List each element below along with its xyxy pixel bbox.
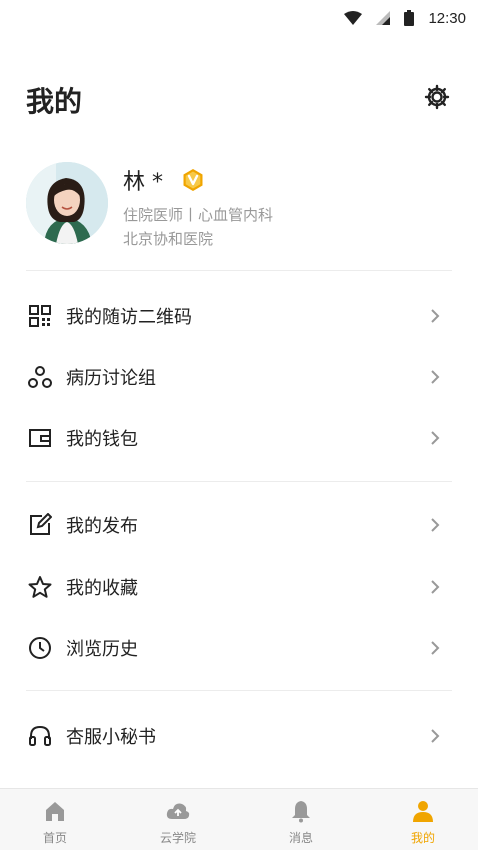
nav-label: 消息: [288, 831, 313, 845]
menu-item-label: 杏服小秘书: [66, 727, 156, 748]
menu-item-label: 我的发布: [66, 516, 138, 537]
chevron-right-icon: [431, 580, 440, 594]
qr-code-icon: [29, 305, 51, 327]
menu-item-history[interactable]: 浏览历史: [0, 620, 478, 676]
person-icon: [413, 801, 433, 822]
menu-item-label: 浏览历史: [66, 639, 138, 660]
divider: [26, 481, 452, 482]
avatar[interactable]: [26, 162, 108, 244]
user-hospital: 北京协和医院: [123, 230, 214, 248]
menu-item-label: 病历讨论组: [66, 368, 156, 389]
chevron-right-icon: [431, 641, 440, 655]
menu-item-qr-code[interactable]: 我的随访二维码: [0, 288, 478, 344]
menu-item-case-discussion[interactable]: 病历讨论组: [0, 349, 478, 405]
chevron-right-icon: [431, 309, 440, 323]
chevron-right-icon: [431, 518, 440, 532]
wallet-icon: [29, 429, 51, 447]
group-icon: [28, 366, 52, 388]
home-icon: [46, 802, 64, 821]
nav-label: 首页: [42, 831, 67, 845]
clock-icon: [29, 637, 51, 659]
signal-icon: [376, 11, 391, 25]
chevron-right-icon: [431, 729, 440, 743]
profile-card[interactable]: 林 * 住院医师丨心血管内科 北京协和医院: [26, 162, 452, 252]
menu-item-favorites[interactable]: 我的收藏: [0, 559, 478, 615]
menu-item-my-posts[interactable]: 我的发布: [0, 497, 478, 553]
divider: [26, 690, 452, 691]
star-icon: [28, 576, 52, 598]
user-name: 林 *: [123, 170, 163, 195]
menu-item-assistant[interactable]: 杏服小秘书: [0, 708, 478, 764]
status-bar: 12:30: [0, 0, 478, 36]
verified-badge-icon: [183, 169, 203, 191]
chevron-right-icon: [431, 370, 440, 384]
bottom-nav: 首页 云学院 消息 我的: [0, 788, 478, 850]
nav-label: 我的: [410, 831, 435, 845]
status-time: 12:30: [428, 9, 466, 27]
bell-icon: [292, 801, 310, 823]
battery-icon: [404, 10, 415, 26]
nav-messages[interactable]: 消息: [246, 789, 356, 851]
chevron-right-icon: [431, 431, 440, 445]
edit-icon: [30, 513, 52, 535]
nav-mine[interactable]: 我的: [368, 789, 478, 851]
nav-home[interactable]: 首页: [0, 789, 110, 851]
menu-item-label: 我的收藏: [66, 578, 138, 599]
page-title: 我的: [26, 85, 83, 118]
headset-icon: [29, 725, 51, 746]
wifi-icon: [344, 11, 363, 25]
menu-item-label: 我的随访二维码: [66, 307, 192, 328]
gear-icon[interactable]: [424, 84, 450, 110]
menu-item-wallet[interactable]: 我的钱包: [0, 410, 478, 466]
divider: [26, 270, 452, 271]
cloud-icon: [166, 803, 190, 819]
nav-label: 云学院: [159, 831, 196, 845]
user-title: 住院医师丨心血管内科: [123, 206, 274, 224]
nav-cloud-academy[interactable]: 云学院: [123, 789, 233, 851]
menu-item-label: 我的钱包: [66, 429, 138, 450]
